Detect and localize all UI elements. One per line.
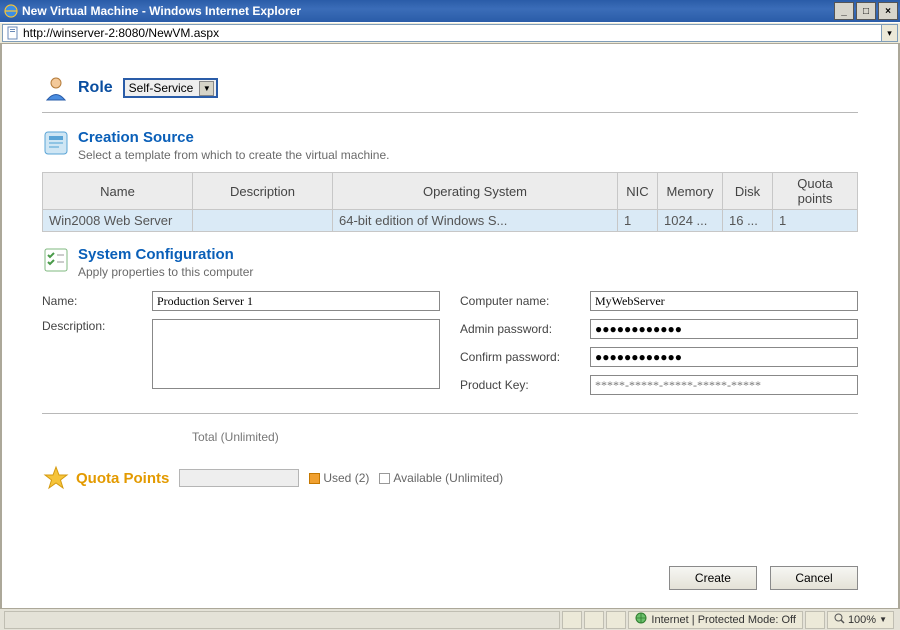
url-field[interactable]: http://winserver-2:8080/NewVM.aspx (2, 24, 882, 42)
ie-icon (4, 4, 18, 18)
creation-source-header: Creation Source Select a template from w… (42, 129, 858, 162)
zoom-icon (834, 613, 845, 627)
creation-source-title: Creation Source (78, 129, 389, 146)
table-row[interactable]: Win2008 Web Server 64-bit edition of Win… (43, 210, 858, 232)
status-bar: Internet | Protected Mode: Off 100% ▼ (0, 608, 900, 630)
computer-name-label: Computer name: (460, 294, 590, 308)
cell-nic: 1 (618, 210, 658, 232)
chevron-down-icon: ▼ (199, 81, 214, 96)
status-icon-1[interactable] (562, 611, 582, 629)
col-nic[interactable]: NIC (618, 173, 658, 210)
cell-disk: 16 ... (723, 210, 773, 232)
quota-section: Quota Points Used (2) Available (Unlimit… (42, 464, 858, 492)
quota-total-label: Total (Unlimited) (192, 430, 858, 444)
role-selected: Self-Service (129, 81, 194, 95)
description-input[interactable] (152, 319, 440, 389)
confirm-password-label: Confirm password: (460, 350, 590, 364)
divider (42, 413, 858, 414)
window-title: New Virtual Machine - Windows Internet E… (22, 4, 301, 18)
template-icon (42, 129, 70, 157)
cell-memory: 1024 ... (658, 210, 723, 232)
security-zone[interactable]: Internet | Protected Mode: Off (628, 611, 803, 629)
col-name[interactable]: Name (43, 173, 193, 210)
page-icon (6, 26, 20, 40)
col-disk[interactable]: Disk (723, 173, 773, 210)
sysconfig-form: Name: Description: Computer name: Admin … (42, 291, 858, 403)
url-dropdown-button[interactable]: ▾ (882, 24, 898, 42)
quota-label: Quota Points (76, 470, 169, 487)
role-section: Role Self-Service ▼ (42, 74, 858, 102)
name-label: Name: (42, 294, 152, 308)
cell-name: Win2008 Web Server (43, 210, 193, 232)
maximize-button[interactable]: □ (856, 2, 876, 20)
sysconfig-title: System Configuration (78, 246, 253, 263)
chevron-down-icon: ▼ (879, 615, 887, 624)
product-key-input[interactable] (590, 375, 858, 395)
divider (42, 112, 858, 113)
status-icon-4[interactable] (805, 611, 825, 629)
description-label: Description: (42, 319, 152, 333)
confirm-password-input[interactable] (590, 347, 858, 367)
globe-icon (635, 612, 647, 627)
cell-os: 64-bit edition of Windows S... (333, 210, 618, 232)
cancel-button[interactable]: Cancel (770, 566, 858, 590)
col-description[interactable]: Description (193, 173, 333, 210)
user-icon (42, 74, 70, 102)
role-select[interactable]: Self-Service ▼ (123, 78, 219, 98)
address-bar: http://winserver-2:8080/NewVM.aspx ▾ (0, 22, 900, 44)
status-spacer (4, 611, 560, 629)
page-viewport: Role Self-Service ▼ Creation Source Sele… (0, 44, 900, 608)
url-text: http://winserver-2:8080/NewVM.aspx (23, 26, 219, 40)
computer-name-input[interactable] (590, 291, 858, 311)
button-row: Create Cancel (659, 566, 858, 590)
zoom-text: 100% (848, 614, 876, 626)
col-memory[interactable]: Memory (658, 173, 723, 210)
role-label: Role (78, 79, 113, 97)
admin-password-input[interactable] (590, 319, 858, 339)
available-swatch (379, 473, 390, 484)
creation-source-subtitle: Select a template from which to create t… (78, 148, 389, 162)
quota-used-label: Used (2) (323, 471, 369, 485)
close-button[interactable]: × (878, 2, 898, 20)
used-swatch (309, 473, 320, 484)
quota-available-label: Available (Unlimited) (393, 471, 503, 485)
security-zone-text: Internet | Protected Mode: Off (651, 614, 796, 626)
cell-description (193, 210, 333, 232)
checklist-icon (42, 246, 70, 274)
minimize-button[interactable]: _ (834, 2, 854, 20)
cell-quota: 1 (773, 210, 858, 232)
template-grid: Name Description Operating System NIC Me… (42, 172, 858, 232)
template-grid-header: Name Description Operating System NIC Me… (43, 173, 858, 210)
col-quota[interactable]: Quota points (773, 173, 858, 210)
sysconfig-header: System Configuration Apply properties to… (42, 246, 858, 279)
admin-password-label: Admin password: (460, 322, 590, 336)
create-button[interactable]: Create (669, 566, 757, 590)
col-os[interactable]: Operating System (333, 173, 618, 210)
star-icon (42, 464, 70, 492)
status-icon-2[interactable] (584, 611, 604, 629)
quota-bar (179, 469, 299, 487)
sysconfig-subtitle: Apply properties to this computer (78, 265, 253, 279)
window-titlebar: New Virtual Machine - Windows Internet E… (0, 0, 900, 22)
zoom-control[interactable]: 100% ▼ (827, 611, 894, 629)
name-input[interactable] (152, 291, 440, 311)
status-icon-3[interactable] (606, 611, 626, 629)
product-key-label: Product Key: (460, 378, 590, 392)
